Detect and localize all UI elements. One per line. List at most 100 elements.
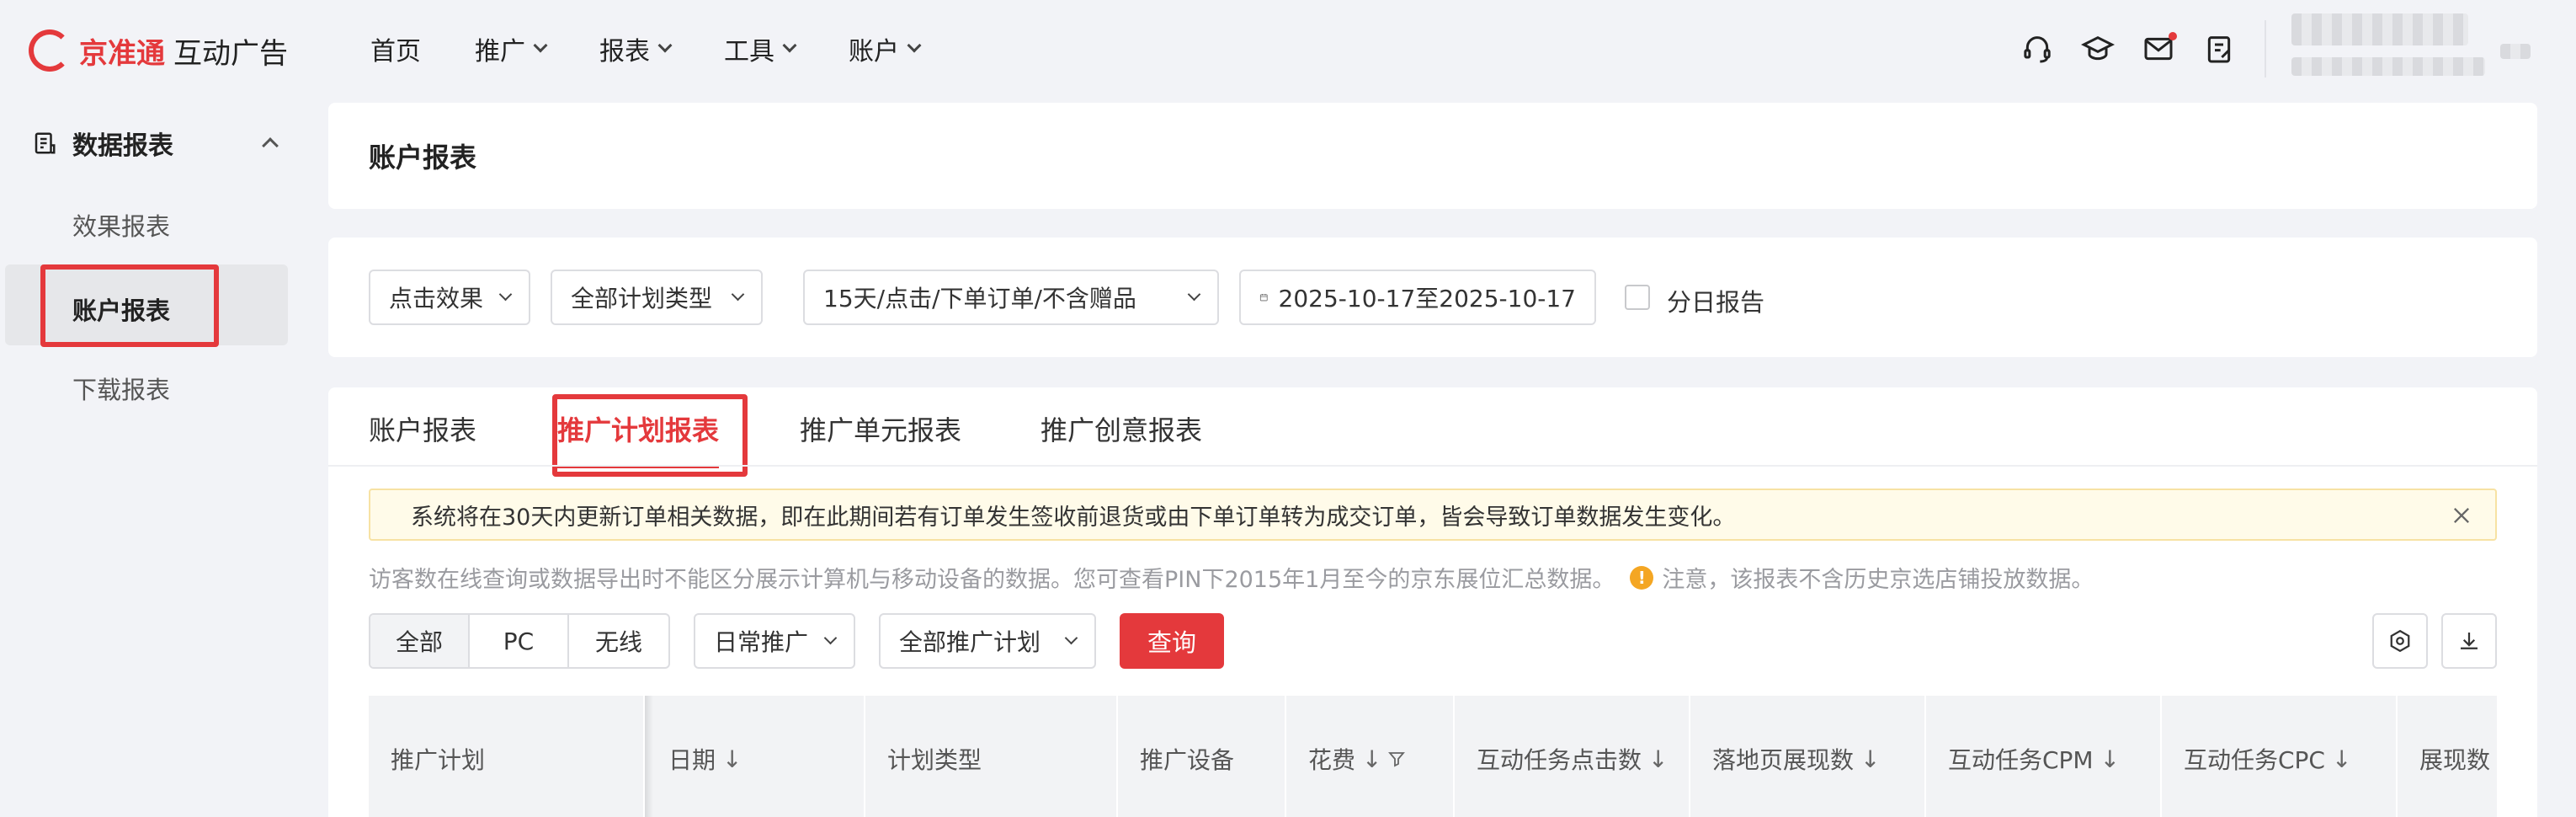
query-button[interactable]: 查询 — [1120, 613, 1224, 669]
column-header-interaction-cpc[interactable]: 互动任务CPC ↓ — [2162, 696, 2398, 817]
report-icon — [35, 132, 56, 154]
headset-icon[interactable] — [2020, 32, 2054, 66]
plan-filter-select[interactable]: 全部推广计划 — [879, 613, 1096, 669]
nav-item-account[interactable]: 账户 — [849, 30, 922, 67]
top-navigation: 京准通 互动广告 首页 推广 报表 工具 账户 — [0, 0, 2576, 99]
effect-type-select[interactable]: 点击效果 — [369, 270, 530, 325]
clipboard-icon[interactable] — [2202, 32, 2236, 66]
column-label: 推广计划 — [391, 746, 486, 774]
column-label: 推广设备 — [1140, 746, 1235, 774]
device-segmented-control: 全部 PC 无线 — [369, 613, 670, 669]
header-divider — [2265, 20, 2266, 77]
logo-brand-name: 京准通 — [79, 36, 165, 71]
mail-icon[interactable] — [2142, 32, 2177, 66]
page-header-card: 账户报表 — [328, 103, 2537, 209]
main-menu: 首页 推广 报表 工具 账户 — [370, 30, 973, 67]
segment-pc[interactable]: PC — [470, 615, 569, 667]
nav-item-home[interactable]: 首页 — [370, 30, 421, 67]
column-header-device[interactable]: 推广设备 — [1118, 696, 1286, 817]
nav-item-label: 报表 — [599, 37, 650, 67]
tab-account-report[interactable]: 账户报表 — [369, 409, 476, 448]
nav-item-reports[interactable]: 报表 — [599, 30, 673, 67]
filter-card: 点击效果 全部计划类型 15天/点击/下单订单/不含赠品 2025-10-17至… — [328, 238, 2537, 357]
column-label: 互动任务CPC — [2184, 746, 2325, 774]
blurred-user-extra — [2500, 44, 2531, 59]
nav-item-tools[interactable]: 工具 — [724, 30, 797, 67]
chevron-down-icon — [823, 631, 838, 644]
report-card: 账户报表 推广计划报表 推广单元报表 推广创意报表 系统将在30天内更新订单相关… — [328, 387, 2537, 817]
sidebar-group-label: 数据报表 — [72, 131, 173, 161]
column-label: 落地页展现数 — [1712, 746, 1855, 774]
chevron-down-icon — [1187, 287, 1201, 301]
chevron-down-icon — [498, 287, 513, 301]
select-value: 日常推广 — [714, 628, 809, 656]
blurred-account-id — [2291, 57, 2485, 76]
segment-wireless[interactable]: 无线 — [569, 615, 668, 667]
date-range-picker[interactable]: 2025-10-17至2025-10-17 — [1239, 270, 1596, 325]
tabs-divider — [328, 465, 2537, 467]
notice-banner: 系统将在30天内更新订单相关数据，即在此期间若有订单发生签收前退货或由下单订单转… — [369, 489, 2497, 541]
column-label: 计划类型 — [887, 746, 982, 774]
column-header-cost[interactable]: 花费 ↓ — [1286, 696, 1455, 817]
filter-icon[interactable] — [1386, 749, 1407, 769]
tab-creative-report[interactable]: 推广创意报表 — [1041, 409, 1202, 448]
column-header-plan[interactable]: 推广计划 — [369, 696, 645, 817]
column-header-plan-type[interactable]: 计划类型 — [865, 696, 1118, 817]
sidebar: 数据报表 效果报表 账户报表 下载报表 — [0, 99, 328, 817]
column-settings-button[interactable] — [2372, 613, 2428, 669]
plan-type-select[interactable]: 全部计划类型 — [551, 270, 763, 325]
logo[interactable]: 京准通 互动广告 — [29, 25, 288, 76]
chevron-down-icon — [907, 38, 922, 53]
column-label: 展现数 — [2419, 746, 2491, 774]
page-title: 账户报表 — [369, 142, 477, 174]
segment-all[interactable]: 全部 — [370, 615, 470, 667]
sort-icon[interactable]: ↓ — [1860, 745, 1880, 773]
unread-dot — [2169, 32, 2177, 40]
sidebar-item-download-report[interactable]: 下载报表 — [72, 371, 170, 406]
nav-item-label: 首页 — [370, 37, 421, 67]
sort-icon[interactable]: ↓ — [2332, 745, 2351, 773]
sort-icon[interactable]: ↓ — [722, 745, 742, 773]
nav-item-promotion[interactable]: 推广 — [475, 30, 548, 67]
chevron-up-icon — [262, 137, 279, 154]
column-label: 互动任务点击数 — [1477, 746, 1642, 774]
date-range-value: 2025-10-17至2025-10-17 — [1278, 285, 1576, 312]
download-button[interactable] — [2441, 613, 2497, 669]
sort-icon[interactable]: ↓ — [1362, 745, 1381, 773]
warning-icon: ! — [1630, 565, 1654, 590]
logo-mark-icon — [29, 29, 71, 72]
sort-icon[interactable]: ↓ — [2100, 745, 2120, 773]
sidebar-item-effect-report[interactable]: 效果报表 — [72, 207, 170, 243]
select-value: 全部推广计划 — [899, 628, 1041, 656]
column-header-interaction-clicks[interactable]: 互动任务点击数 ↓ — [1455, 696, 1690, 817]
tab-unit-report[interactable]: 推广单元报表 — [800, 409, 961, 448]
attribution-select[interactable]: 15天/点击/下单订单/不含赠品 — [803, 270, 1219, 325]
notice-text: 系统将在30天内更新订单相关数据，即在此期间若有订单发生签收前退货或由下单订单转… — [411, 504, 1736, 531]
annotation-highlight-box — [40, 264, 219, 347]
promotion-type-select[interactable]: 日常推广 — [694, 613, 855, 669]
daily-report-checkbox[interactable] — [1625, 285, 1650, 310]
column-label: 花费 — [1308, 746, 1356, 774]
sidebar-group-data-reports[interactable]: 数据报表 — [32, 125, 279, 162]
select-value: 全部计划类型 — [571, 285, 713, 312]
nav-item-label: 工具 — [724, 37, 774, 67]
chevron-down-icon — [782, 38, 797, 53]
select-value: 15天/点击/下单订单/不含赠品 — [823, 285, 1136, 312]
sort-icon[interactable]: ↓ — [1648, 745, 1668, 773]
warning-text: 注意，该报表不含历史京选店铺投放数据。 — [1662, 567, 2094, 593]
header-actions — [2020, 32, 2263, 66]
column-header-landing-views[interactable]: 落地页展现数 ↓ — [1690, 696, 1926, 817]
daily-report-label: 分日报告 — [1667, 288, 1765, 317]
calendar-icon — [1259, 294, 1268, 302]
column-header-date[interactable]: 日期 ↓ — [647, 696, 865, 817]
column-label: 日期 — [668, 746, 716, 774]
column-header-interaction-cpm[interactable]: 互动任务CPM ↓ — [1926, 696, 2162, 817]
column-header-impressions[interactable]: 展现数↓ — [2398, 696, 2497, 817]
user-info[interactable] — [2291, 13, 2485, 76]
info-line: 访客数在线查询或数据导出时不能区分展示计算机与移动设备的数据。您可查看PIN下2… — [369, 561, 2094, 594]
close-icon[interactable] — [2450, 504, 2473, 527]
chevron-down-icon — [533, 38, 548, 53]
chevron-down-icon — [1064, 631, 1078, 644]
nav-item-label: 推广 — [475, 37, 525, 67]
graduation-cap-icon[interactable] — [2080, 32, 2116, 66]
